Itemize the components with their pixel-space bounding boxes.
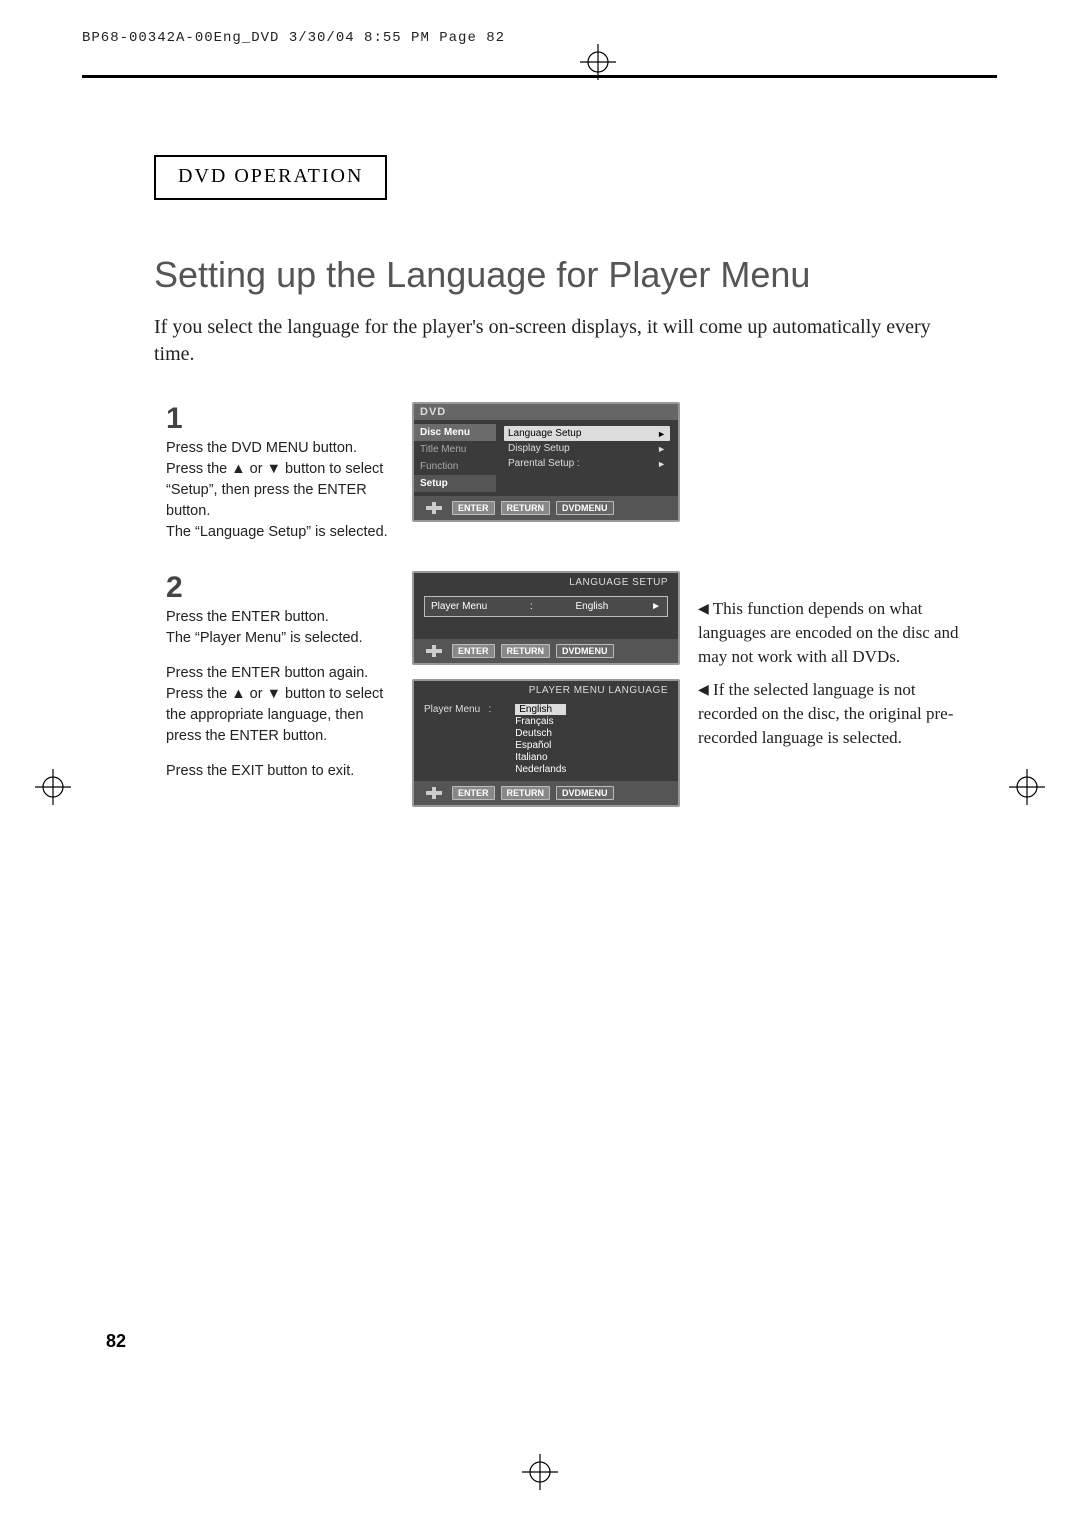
triangle-left-icon: ◀	[698, 602, 709, 617]
step-1-line-2: Press the ▲ or ▼ button to select “Setup…	[166, 459, 394, 522]
osd-column: LANGUAGE SETUP Player Menu : English ► E…	[412, 571, 680, 821]
step-2-text: 2 Press the ENTER button. The “Player Me…	[166, 571, 394, 821]
step-2-line-2: The “Player Menu” is selected.	[166, 628, 394, 649]
page-number: 82	[106, 1331, 126, 1352]
osd-3-language-list: English Français Deutsch Español Italian…	[515, 704, 566, 775]
osd-side-function: Function	[414, 458, 496, 475]
note-2-text: If the selected language is not recorded…	[698, 680, 953, 747]
osd-3-lang-nederlands: Nederlands	[515, 764, 566, 775]
chevron-right-icon: ►	[651, 601, 661, 612]
osd-1-row-parental-setup: Parental Setup : ►	[504, 456, 670, 471]
osd-dvdmenu-button: DVDMENU	[556, 501, 614, 515]
osd-3-lang-italiano: Italiano	[515, 752, 566, 763]
osd-dvdmenu-button: DVDMENU	[556, 786, 614, 800]
side-notes: ◀ This function depends on what language…	[698, 597, 978, 821]
osd-3-lang-english: English	[515, 704, 566, 715]
osd-1-main: Language Setup ► Display Setup ► Parenta…	[496, 420, 678, 496]
osd-1-row-2-label: Display Setup	[508, 443, 570, 454]
osd-2-player-menu-row: Player Menu : English ►	[424, 596, 668, 617]
intro-paragraph: If you select the language for the playe…	[154, 314, 944, 368]
osd-return-button: RETURN	[501, 644, 551, 658]
step-1-line-3: The “Language Setup” is selected.	[166, 522, 394, 543]
osd-1-row-language-setup: Language Setup ►	[504, 426, 670, 441]
osd-2: LANGUAGE SETUP Player Menu : English ► E…	[412, 571, 680, 665]
step-2-number: 2	[166, 571, 394, 605]
crop-mark-left	[35, 769, 71, 805]
dpad-icon	[422, 501, 446, 515]
chevron-right-icon: ►	[657, 444, 666, 454]
osd-return-button: RETURN	[501, 501, 551, 515]
step-1-number: 1	[166, 402, 394, 436]
section-heading: DVD OPERATION	[178, 165, 363, 187]
crop-mark-top	[580, 44, 616, 80]
osd-1-row-display-setup: Display Setup ►	[504, 441, 670, 456]
osd-3-lang-francais: Français	[515, 716, 566, 727]
osd-return-button: RETURN	[501, 786, 551, 800]
osd-2-header: LANGUAGE SETUP	[414, 573, 678, 590]
osd-1-row-1-label: Language Setup	[508, 428, 581, 439]
note-2: ◀ If the selected language is not record…	[698, 678, 978, 749]
print-header-code: BP68-00342A-00Eng_DVD 3/30/04 8:55 PM Pa…	[82, 30, 505, 46]
note-1: ◀ This function depends on what language…	[698, 597, 978, 668]
osd-3-body: Player Menu : English Français Deutsch E…	[414, 698, 678, 781]
osd-3-label: Player Menu	[424, 704, 480, 715]
step-2-line-5: Press the EXIT button to exit.	[166, 761, 394, 782]
osd-1-banner: DVD	[414, 404, 678, 420]
osd-3-lang-deutsch: Deutsch	[515, 728, 566, 739]
crop-mark-bottom	[522, 1454, 558, 1490]
osd-side-setup: Setup	[414, 475, 496, 492]
osd-3-lang-espanol: Español	[515, 740, 566, 751]
osd-3-colon: :	[488, 704, 491, 715]
osd-1-button-bar: ENTER RETURN DVDMENU	[414, 496, 678, 520]
osd-3-header: PLAYER MENU LANGUAGE	[414, 681, 678, 698]
osd-2-value: English	[575, 601, 608, 612]
step-1-row: 1 Press the DVD MENU button. Press the ▲…	[166, 402, 985, 543]
osd-side-title-menu: Title Menu	[414, 441, 496, 458]
note-1-text: This function depends on what languages …	[698, 599, 959, 666]
osd-3: PLAYER MENU LANGUAGE Player Menu : Engli…	[412, 679, 680, 807]
step-2-row: 2 Press the ENTER button. The “Player Me…	[166, 571, 985, 821]
osd-enter-button: ENTER	[452, 786, 495, 800]
osd-enter-button: ENTER	[452, 644, 495, 658]
section-heading-box: DVD OPERATION	[154, 155, 387, 200]
step-2-line-3: Press the ENTER button again.	[166, 663, 394, 684]
osd-1-row-3-label: Parental Setup :	[508, 458, 580, 469]
osd-2-button-bar: ENTER RETURN DVDMENU	[414, 639, 678, 663]
header-rule	[82, 75, 997, 78]
step-2-line-1: Press the ENTER button.	[166, 607, 394, 628]
step-2-line-4: Press the ▲ or ▼ button to select the ap…	[166, 684, 394, 747]
dpad-icon	[422, 644, 446, 658]
osd-2-label: Player Menu	[431, 601, 487, 612]
chevron-right-icon: ►	[657, 429, 666, 439]
chevron-right-icon: ►	[657, 459, 666, 469]
osd-dvdmenu-button: DVDMENU	[556, 644, 614, 658]
osd-enter-button: ENTER	[452, 501, 495, 515]
page-content: DVD OPERATION Setting up the Language fo…	[130, 155, 985, 821]
osd-side-disc-menu: Disc Menu	[414, 424, 496, 441]
osd-1-sidebar: Disc Menu Title Menu Function Setup	[414, 420, 496, 496]
step-1-line-1: Press the DVD MENU button.	[166, 438, 394, 459]
crop-mark-right	[1009, 769, 1045, 805]
osd-2-colon: :	[530, 601, 533, 612]
osd-3-button-bar: ENTER RETURN DVDMENU	[414, 781, 678, 805]
page-title: Setting up the Language for Player Menu	[154, 254, 985, 296]
triangle-left-icon: ◀	[698, 683, 709, 698]
osd-1: DVD Disc Menu Title Menu Function Setup …	[412, 402, 680, 543]
step-1-text: 1 Press the DVD MENU button. Press the ▲…	[166, 402, 394, 543]
dpad-icon	[422, 786, 446, 800]
